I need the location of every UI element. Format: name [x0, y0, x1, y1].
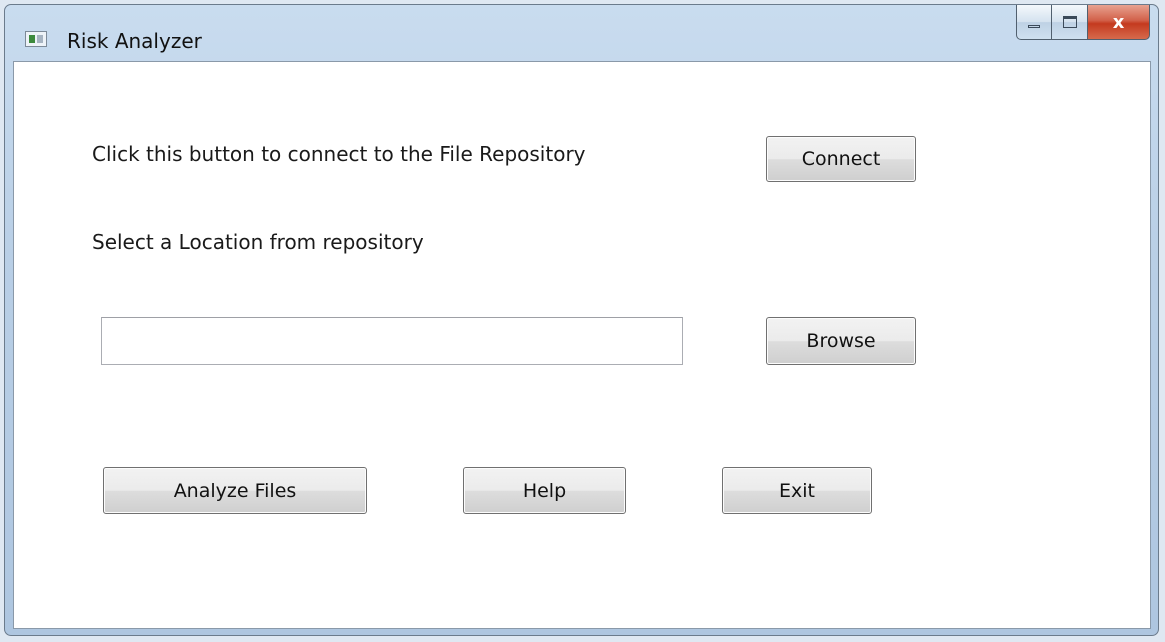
title-bar[interactable]: Risk Analyzer x — [5, 5, 1158, 61]
window-title: Risk Analyzer — [67, 29, 202, 53]
minimize-icon — [1028, 24, 1040, 28]
close-button[interactable]: x — [1088, 5, 1150, 40]
connect-button[interactable]: Connect — [766, 136, 916, 182]
connect-prompt-label: Click this button to connect to the File… — [92, 142, 586, 166]
close-icon: x — [1112, 11, 1125, 33]
risk-analyzer-window: Risk Analyzer x Click this button to con… — [4, 4, 1159, 636]
help-button[interactable]: Help — [463, 467, 626, 514]
browse-button[interactable]: Browse — [766, 317, 916, 365]
client-area: Click this button to connect to the File… — [13, 61, 1151, 629]
exit-button[interactable]: Exit — [722, 467, 872, 514]
maximize-button[interactable] — [1052, 5, 1088, 40]
app-icon[interactable] — [25, 31, 47, 47]
minimize-button[interactable] — [1016, 5, 1052, 40]
maximize-icon — [1062, 16, 1077, 28]
location-prompt-label: Select a Location from repository — [92, 230, 424, 254]
caption-buttons: x — [1016, 5, 1150, 41]
analyze-files-button[interactable]: Analyze Files — [103, 467, 367, 514]
location-input[interactable] — [101, 317, 683, 365]
